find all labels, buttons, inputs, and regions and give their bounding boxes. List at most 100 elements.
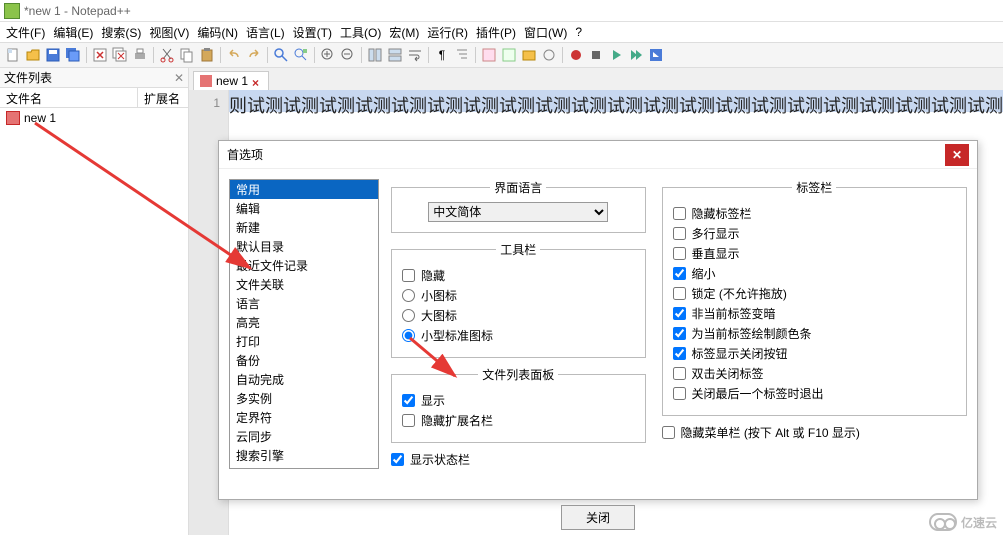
cat-search-engine[interactable]: 搜索引擎 — [230, 446, 378, 465]
lang-group: 界面语言 中文简体 — [391, 179, 646, 233]
play-multi-icon[interactable] — [627, 46, 645, 64]
tab-dim-check[interactable] — [673, 307, 686, 320]
filelist-legend: 文件列表面板 — [478, 366, 558, 383]
new-file-icon[interactable] — [4, 46, 22, 64]
menu-plugins[interactable]: 插件(P) — [472, 22, 520, 43]
tab-close-icon[interactable]: × — [252, 76, 262, 86]
menu-run[interactable]: 运行(R) — [423, 22, 472, 43]
col-ext[interactable]: 扩展名 — [138, 88, 188, 107]
cat-file-assoc[interactable]: 文件关联 — [230, 275, 378, 294]
filelist-group: 文件列表面板 显示 隐藏扩展名栏 — [391, 366, 646, 443]
preferences-dialog: 首选项 ✕ 常用 编辑 新建 默认目录 最近文件记录 文件关联 语言 高亮 打印… — [218, 140, 978, 500]
stop-icon[interactable] — [587, 46, 605, 64]
app-icon — [4, 3, 20, 19]
cat-backup[interactable]: 备份 — [230, 351, 378, 370]
filelist-hideext-check[interactable] — [402, 414, 415, 427]
cat-edit[interactable]: 编辑 — [230, 199, 378, 218]
record-icon[interactable] — [567, 46, 585, 64]
sync-v-icon[interactable] — [366, 46, 384, 64]
watermark-icon — [929, 513, 957, 531]
find-icon[interactable] — [272, 46, 290, 64]
cat-lang[interactable]: 语言 — [230, 294, 378, 313]
tab-hide-check[interactable] — [673, 207, 686, 220]
filelist-show-check[interactable] — [402, 394, 415, 407]
cat-autocomplete[interactable]: 自动完成 — [230, 370, 378, 389]
toolbar-large-radio[interactable] — [402, 309, 415, 322]
save-macro-icon[interactable] — [647, 46, 665, 64]
menu-file[interactable]: 文件(F) — [2, 22, 49, 43]
dialog-close-button[interactable]: ✕ — [945, 144, 969, 166]
func-list-icon[interactable] — [480, 46, 498, 64]
col-filename[interactable]: 文件名 — [0, 88, 138, 107]
category-list[interactable]: 常用 编辑 新建 默认目录 最近文件记录 文件关联 语言 高亮 打印 备份 自动… — [229, 179, 379, 469]
menu-encoding[interactable]: 编码(N) — [193, 22, 242, 43]
doc-map-icon[interactable] — [500, 46, 518, 64]
dialog-close-btn[interactable]: 关闭 — [561, 505, 635, 530]
close-icon[interactable] — [91, 46, 109, 64]
cat-cloud[interactable]: 云同步 — [230, 427, 378, 446]
menu-settings[interactable]: 设置(T) — [289, 22, 336, 43]
open-file-icon[interactable] — [24, 46, 42, 64]
save-icon[interactable] — [44, 46, 62, 64]
cut-icon[interactable] — [158, 46, 176, 64]
cat-default-dir[interactable]: 默认目录 — [230, 237, 378, 256]
tab-label: new 1 — [216, 74, 248, 88]
menu-language[interactable]: 语言(L) — [242, 22, 289, 43]
tabbar-group: 标签栏 隐藏标签栏 多行显示 垂直显示 缩小 锁定 (不允许拖放) 非当前标签变… — [662, 179, 967, 416]
close-all-icon[interactable] — [111, 46, 129, 64]
file-list-item[interactable]: new 1 — [0, 108, 188, 128]
menu-help[interactable]: ? — [571, 23, 586, 41]
menu-macro[interactable]: 宏(M) — [385, 22, 423, 43]
show-status-check[interactable] — [391, 453, 404, 466]
indent-guide-icon[interactable] — [453, 46, 471, 64]
menu-search[interactable]: 搜索(S) — [97, 22, 145, 43]
menu-bar: 文件(F) 编辑(E) 搜索(S) 视图(V) 编码(N) 语言(L) 设置(T… — [0, 22, 1003, 42]
tab-exitlast-check[interactable] — [673, 387, 686, 400]
cat-general[interactable]: 常用 — [230, 180, 378, 199]
tab-showclose-check[interactable] — [673, 347, 686, 360]
tab-multi-check[interactable] — [673, 227, 686, 240]
hide-menu-check[interactable] — [662, 426, 675, 439]
tab-shrink-check[interactable] — [673, 267, 686, 280]
zoom-in-icon[interactable] — [319, 46, 337, 64]
menu-tools[interactable]: 工具(O) — [336, 22, 385, 43]
file-list-item-label: new 1 — [24, 111, 56, 125]
save-all-icon[interactable] — [64, 46, 82, 64]
toolbar-std-radio[interactable] — [402, 329, 415, 342]
show-all-chars-icon[interactable]: ¶ — [433, 46, 451, 64]
sync-h-icon[interactable] — [386, 46, 404, 64]
toolbar-hide-check[interactable] — [402, 269, 415, 282]
menu-window[interactable]: 窗口(W) — [520, 22, 571, 43]
cat-new[interactable]: 新建 — [230, 218, 378, 237]
zoom-out-icon[interactable] — [339, 46, 357, 64]
paste-icon[interactable] — [198, 46, 216, 64]
cat-delimiter[interactable]: 定界符 — [230, 408, 378, 427]
lang-select[interactable]: 中文简体 — [428, 202, 608, 222]
redo-icon[interactable] — [245, 46, 263, 64]
cat-print[interactable]: 打印 — [230, 332, 378, 351]
tab-colorbar-check[interactable] — [673, 327, 686, 340]
tab-vert-check[interactable] — [673, 247, 686, 260]
tab-dblclose-check[interactable] — [673, 367, 686, 380]
undo-icon[interactable] — [225, 46, 243, 64]
play-icon[interactable] — [607, 46, 625, 64]
cat-multi-inst[interactable]: 多实例 — [230, 389, 378, 408]
copy-icon[interactable] — [178, 46, 196, 64]
panel-close-icon[interactable]: ✕ — [174, 71, 184, 85]
menu-view[interactable]: 视图(V) — [145, 22, 193, 43]
menu-edit[interactable]: 编辑(E) — [49, 22, 97, 43]
toolbar-small-radio[interactable] — [402, 289, 415, 302]
tab-lock-check[interactable] — [673, 287, 686, 300]
file-list-title: 文件列表 — [4, 69, 52, 86]
lang-legend: 界面语言 — [490, 179, 546, 196]
cat-recent[interactable]: 最近文件记录 — [230, 256, 378, 275]
print-icon[interactable] — [131, 46, 149, 64]
folder-icon[interactable] — [520, 46, 538, 64]
replace-icon[interactable] — [292, 46, 310, 64]
monitor-icon[interactable] — [540, 46, 558, 64]
cat-highlight[interactable]: 高亮 — [230, 313, 378, 332]
wrap-icon[interactable] — [406, 46, 424, 64]
tab-bar: new 1 × — [189, 68, 1003, 90]
tab-new1[interactable]: new 1 × — [193, 71, 269, 90]
cat-misc[interactable]: 其他 — [230, 465, 378, 469]
